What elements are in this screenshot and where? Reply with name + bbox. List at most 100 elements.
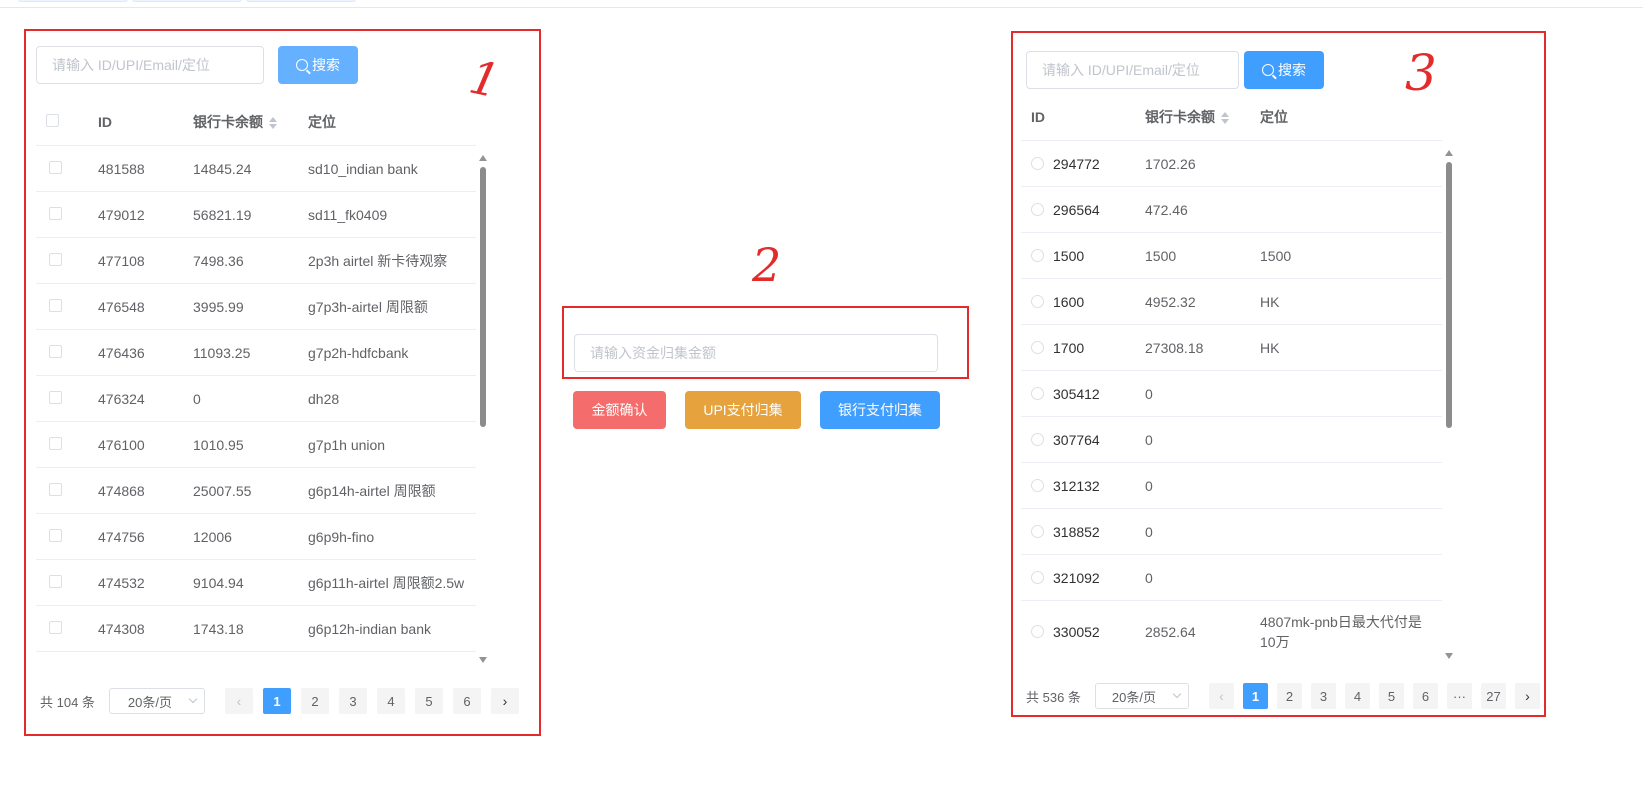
page-button-27[interactable]: 27 (1481, 683, 1506, 709)
scroll-thumb[interactable] (1446, 162, 1452, 428)
cell-id: 476436 (98, 344, 145, 361)
table-row[interactable]: 474308 1743.18 g6p12h-indian bank (36, 606, 476, 652)
page-button-6[interactable]: 6 (1413, 683, 1438, 709)
row-checkbox[interactable] (49, 298, 62, 312)
table-row[interactable]: 476436 11093.25 g7p2h-hdfcbank (36, 330, 476, 376)
next-page-button[interactable]: › (491, 688, 519, 714)
cell-balance: 472.46 (1145, 201, 1188, 218)
select-all-checkbox[interactable] (46, 113, 59, 127)
page-button-4[interactable]: 4 (377, 688, 405, 714)
page-button-2[interactable]: 2 (301, 688, 329, 714)
table-row[interactable]: 1600 4952.32 HK (1021, 279, 1442, 325)
page-button-3[interactable]: 3 (339, 688, 367, 714)
table-row[interactable]: 330052 2852.64 4807mk-pnb日最大代付是10万 (1021, 601, 1442, 662)
bank-collection-button[interactable]: 银行支付归集 (820, 391, 940, 429)
row-radio[interactable] (1031, 571, 1044, 584)
cell-balance: 9104.94 (193, 574, 244, 591)
row-checkbox[interactable] (49, 252, 62, 266)
table-row[interactable]: 1700 27308.18 HK (1021, 325, 1442, 371)
row-checkbox[interactable] (49, 436, 62, 450)
table-row[interactable]: 474532 9104.94 g6p11h-airtel 周限额2.5w (36, 560, 476, 606)
table-row[interactable]: 477108 7498.36 2p3h airtel 新卡待观察 (36, 238, 476, 284)
page-button-1[interactable]: 1 (1243, 683, 1268, 709)
amount-confirm-button[interactable]: 金额确认 (573, 391, 666, 429)
table-row[interactable]: 476100 1010.95 g7p1h union (36, 422, 476, 468)
table-row[interactable]: 476548 3995.99 g7p3h-airtel 周限额 (36, 284, 476, 330)
panel3-scrollbar[interactable] (1444, 150, 1454, 659)
top-tab[interactable] (132, 0, 242, 2)
panel3-search-button[interactable]: 搜索 (1244, 51, 1324, 89)
row-radio[interactable] (1031, 203, 1044, 216)
table-row[interactable]: 294772 1702.26 (1021, 141, 1442, 187)
table-row[interactable]: 481588 14845.24 sd10_indian bank (36, 146, 476, 192)
row-select-cell (36, 436, 98, 453)
cell-location: 2p3h airtel 新卡待观察 (308, 252, 448, 269)
row-checkbox[interactable] (49, 160, 62, 174)
cell-location: g7p2h-hdfcbank (308, 344, 409, 361)
row-radio[interactable] (1031, 387, 1044, 400)
row-checkbox[interactable] (49, 620, 62, 634)
row-radio[interactable] (1031, 625, 1044, 638)
page-size-select[interactable]: 20条/页 (1094, 683, 1189, 709)
next-page-button[interactable]: › (1515, 683, 1540, 709)
table-row[interactable]: 312132 0 (1021, 463, 1442, 509)
row-radio[interactable] (1031, 157, 1044, 170)
table-row[interactable]: 1500 1500 1500 (1021, 233, 1442, 279)
page-size-select[interactable]: 20条/页 (108, 688, 205, 714)
collection-amount-input[interactable] (574, 334, 938, 372)
page-button-5[interactable]: 5 (415, 688, 443, 714)
panel1-search-button[interactable]: 搜索 (278, 46, 358, 84)
cell-location: g7p1h union (308, 436, 386, 453)
scroll-down-icon[interactable] (1445, 653, 1453, 659)
column-header-balance[interactable]: 银行卡余额 (193, 112, 308, 132)
table-row[interactable]: 474868 25007.55 g6p14h-airtel 周限额 (36, 468, 476, 514)
sort-icon[interactable] (1221, 111, 1229, 124)
prev-page-button[interactable]: ‹ (1209, 683, 1234, 709)
top-tab[interactable] (246, 0, 356, 2)
page-button-2[interactable]: 2 (1277, 683, 1302, 709)
row-checkbox[interactable] (49, 344, 62, 358)
cell-id-value: 330052 (1053, 623, 1100, 640)
cell-balance: 0 (1145, 523, 1153, 540)
row-radio[interactable] (1031, 479, 1044, 492)
panel3-search-input[interactable] (1026, 51, 1239, 89)
row-checkbox[interactable] (49, 574, 62, 588)
cell-balance: 0 (1145, 431, 1153, 448)
row-checkbox[interactable] (49, 206, 62, 220)
upi-collection-button[interactable]: UPI支付归集 (685, 391, 801, 429)
row-radio[interactable] (1031, 249, 1044, 262)
table-row[interactable]: 479012 56821.19 sd11_fk0409 (36, 192, 476, 238)
scroll-up-icon[interactable] (479, 155, 487, 161)
row-radio[interactable] (1031, 433, 1044, 446)
page-button-4[interactable]: 4 (1345, 683, 1370, 709)
table-row[interactable]: 321092 0 (1021, 555, 1442, 601)
table-header: ID 银行卡余额 定位 (1021, 93, 1442, 141)
column-header-balance[interactable]: 银行卡余额 (1145, 107, 1260, 127)
row-radio[interactable] (1031, 341, 1044, 354)
page-button-5[interactable]: 5 (1379, 683, 1404, 709)
row-radio[interactable] (1031, 295, 1044, 308)
page-button-6[interactable]: 6 (453, 688, 481, 714)
page-button-1[interactable]: 1 (263, 688, 291, 714)
pagination-ellipsis[interactable]: ··· (1447, 683, 1472, 709)
row-checkbox[interactable] (49, 528, 62, 542)
row-radio[interactable] (1031, 525, 1044, 538)
table-row[interactable]: 476324 0 dh28 (36, 376, 476, 422)
cell-id: 330052 (1021, 624, 1145, 640)
prev-page-button[interactable]: ‹ (225, 688, 253, 714)
table-row[interactable]: 474756 12006 g6p9h-fino (36, 514, 476, 560)
panel1-scrollbar[interactable] (478, 155, 488, 663)
scroll-up-icon[interactable] (1445, 150, 1453, 156)
sort-icon[interactable] (269, 116, 277, 129)
table-row[interactable]: 305412 0 (1021, 371, 1442, 417)
scroll-thumb[interactable] (480, 167, 486, 427)
table-row[interactable]: 307764 0 (1021, 417, 1442, 463)
row-checkbox[interactable] (49, 482, 62, 496)
page-button-3[interactable]: 3 (1311, 683, 1336, 709)
table-row[interactable]: 318852 0 (1021, 509, 1442, 555)
table-row[interactable]: 296564 472.46 (1021, 187, 1442, 233)
row-checkbox[interactable] (49, 390, 62, 404)
scroll-down-icon[interactable] (479, 657, 487, 663)
top-tab[interactable] (18, 0, 128, 2)
panel1-search-input[interactable] (36, 46, 264, 84)
